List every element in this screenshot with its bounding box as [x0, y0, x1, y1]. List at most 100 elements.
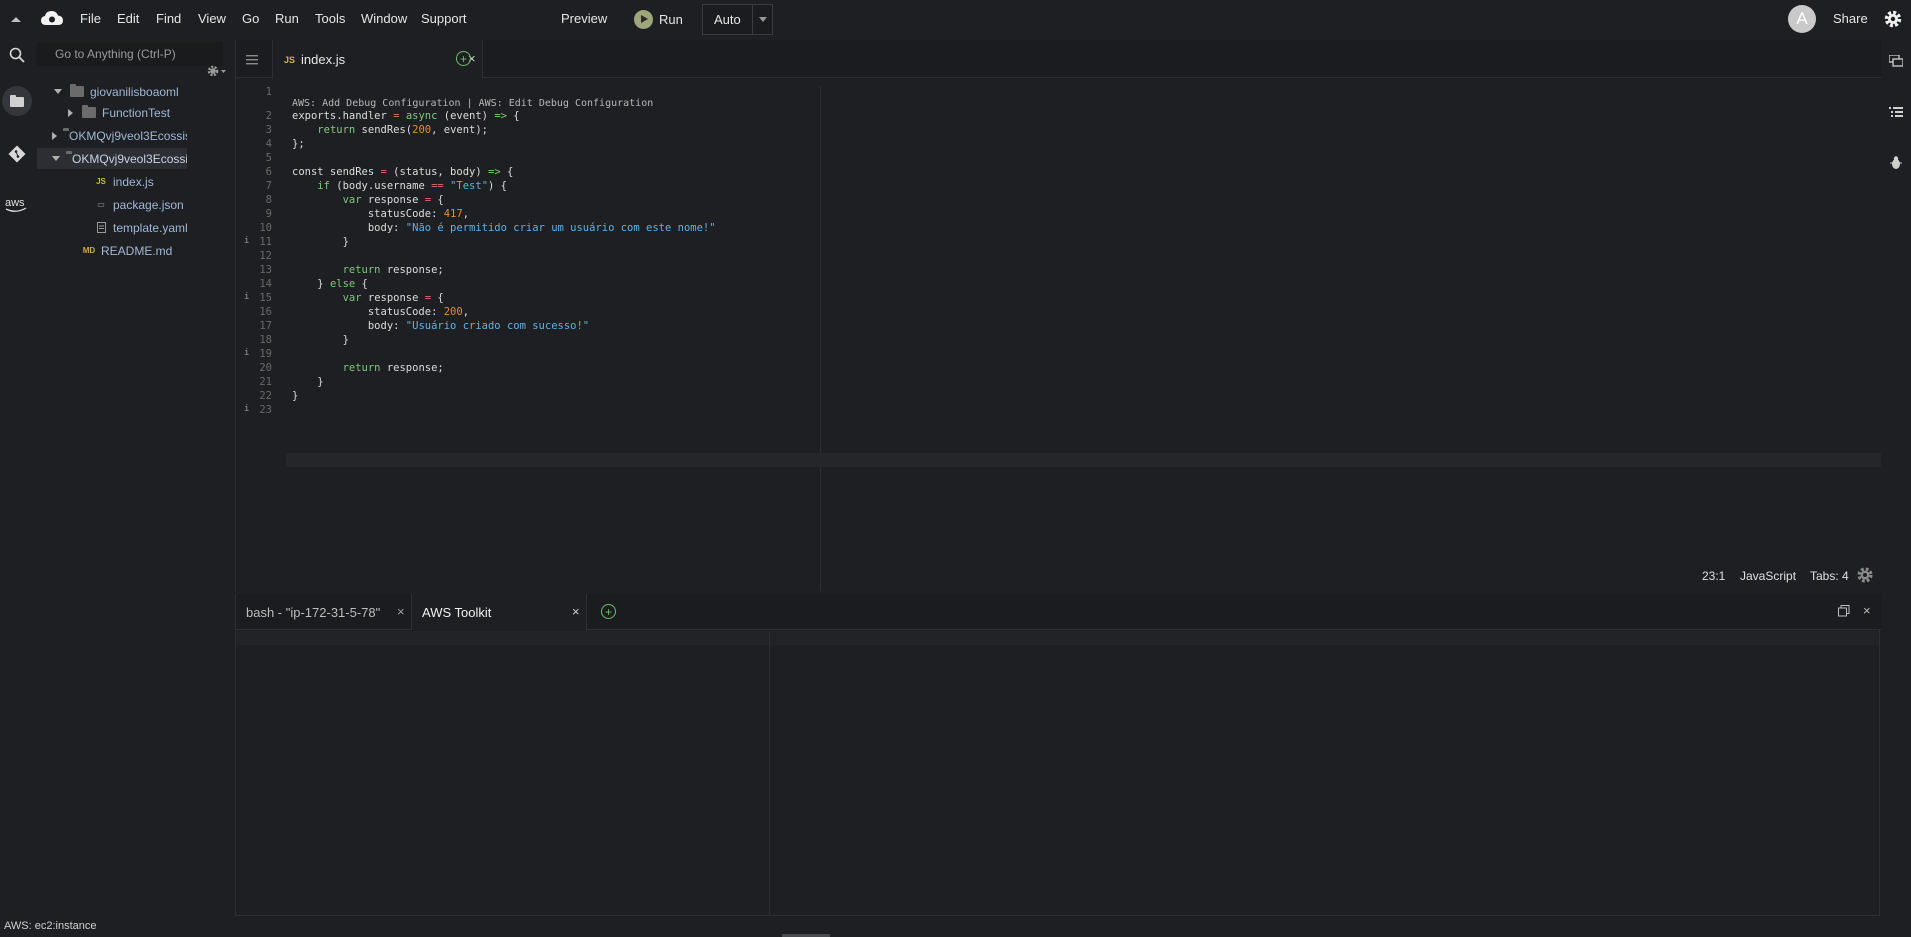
chevron-down-icon[interactable]: [52, 86, 64, 98]
panel-tab-bar: bash - "ip-172-31-5-78" × AWS Toolkit × …: [236, 594, 1881, 631]
collaborate-icon[interactable]: [1880, 44, 1911, 78]
cloud9-logo-icon[interactable]: [40, 0, 64, 38]
line-number: 12: [259, 250, 272, 262]
code-line: } else {: [292, 278, 368, 290]
tab-size[interactable]: Tabs: 4: [1810, 569, 1849, 583]
code-editor[interactable]: 1 AWS: Add Debug Configuration | AWS: Ed…: [236, 86, 1881, 486]
code-line: body: "Usuário criado com sucesso!": [292, 320, 590, 332]
tree-file-template-yaml[interactable]: template.yaml: [94, 217, 189, 238]
line-number: 11: [259, 236, 272, 248]
javascript-file-icon: JS: [96, 177, 106, 186]
editor-pane: JS index.js × + 1 AWS: Add Debug Configu…: [235, 40, 1881, 592]
share-button[interactable]: Share: [1833, 11, 1868, 26]
outline-icon[interactable]: [1880, 95, 1911, 129]
hamburger-menu-icon[interactable]: [246, 53, 258, 68]
chevron-down-icon[interactable]: [52, 153, 60, 165]
tree-file-package-json[interactable]: ▭ package.json: [94, 194, 189, 215]
tree-folder-okmq-2[interactable]: OKMQvj9veol3Ecossis: [37, 148, 187, 169]
info-icon[interactable]: i: [244, 348, 249, 358]
run-config-value: Auto: [714, 12, 741, 27]
aws-codelens[interactable]: AWS: Add Debug Configuration | AWS: Edit…: [292, 98, 653, 109]
tree-item-label: README.md: [101, 243, 173, 258]
svg-text:aws: aws: [5, 197, 25, 209]
bottom-panel: bash - "ip-172-31-5-78" × AWS Toolkit × …: [235, 594, 1881, 916]
debugger-bug-icon[interactable]: [1880, 145, 1911, 179]
tree-item-label: OKMQvj9veol3Ecossis: [69, 128, 187, 143]
line-number: 20: [259, 362, 272, 374]
menu-run[interactable]: Run: [275, 11, 299, 26]
tree-folder-functiontest[interactable]: FunctionTest: [52, 102, 187, 123]
tree-root-folder[interactable]: giovanilisboaoml: [52, 81, 192, 102]
tree-folder-okmq-1[interactable]: OKMQvj9veol3Ecossis: [52, 125, 187, 146]
tab-bash-terminal[interactable]: bash - "ip-172-31-5-78" ×: [236, 594, 412, 630]
code-line: exports.handler = async (event) => {: [292, 110, 520, 122]
menu-tools[interactable]: Tools: [315, 11, 345, 26]
line-number: 4: [265, 138, 272, 150]
info-icon[interactable]: i: [244, 292, 249, 302]
language-mode[interactable]: JavaScript: [1740, 569, 1796, 583]
tree-file-readme-md[interactable]: MD README.md: [82, 240, 187, 261]
close-icon[interactable]: ×: [572, 604, 580, 619]
tab-index-js[interactable]: JS index.js ×: [272, 40, 483, 79]
code-line: body: "Não é permitido criar um usuário …: [292, 222, 716, 234]
gear-icon[interactable]: [1883, 0, 1903, 38]
chevron-right-icon[interactable]: [52, 130, 57, 142]
code-line: var response = {: [342, 194, 444, 206]
line-number: 17: [259, 320, 272, 332]
new-tab-button[interactable]: +: [456, 51, 471, 66]
tree-item-label: index.js: [113, 174, 154, 189]
chevron-right-icon[interactable]: [64, 107, 76, 119]
menu-find[interactable]: Find: [156, 11, 181, 26]
goto-anything-input[interactable]: Go to Anything (Ctrl-P): [37, 42, 223, 66]
run-button[interactable]: Run: [634, 9, 683, 29]
avatar[interactable]: A: [1788, 5, 1816, 33]
javascript-file-icon: JS: [284, 54, 296, 65]
close-panel-icon[interactable]: ×: [1863, 603, 1871, 618]
aws-status-text[interactable]: AWS: ec2:instance: [4, 920, 97, 932]
code-line: if (body.username == "Test") {: [317, 180, 507, 192]
code-line: return response;: [342, 362, 444, 374]
close-icon[interactable]: ×: [397, 604, 405, 619]
tab-label: index.js: [301, 52, 346, 67]
chevron-down-icon[interactable]: [752, 5, 772, 34]
menu-edit[interactable]: Edit: [117, 11, 139, 26]
info-icon[interactable]: i: [244, 236, 249, 246]
editor-settings-gear-icon[interactable]: [1856, 566, 1874, 587]
code-line: statusCode: 200,: [292, 306, 470, 318]
info-icon[interactable]: i: [244, 404, 249, 414]
play-icon: [634, 9, 653, 29]
line-number: 7: [265, 180, 272, 192]
editor-tab-bar: JS index.js × +: [236, 40, 1881, 79]
code-line: var response = {: [342, 292, 444, 304]
line-number: 19: [259, 348, 272, 360]
file-tree-panel: Go to Anything (Ctrl-P) giovanilisboaoml…: [37, 38, 226, 918]
menu-window[interactable]: Window: [361, 11, 407, 26]
search-icon[interactable]: [0, 38, 34, 72]
menu-file[interactable]: File: [80, 11, 101, 26]
toolkit-row-highlight: [236, 631, 1879, 645]
environment-files-icon[interactable]: [2, 86, 32, 116]
menu-go[interactable]: Go: [242, 11, 259, 26]
code-line: return sendRes(200, event);: [317, 124, 489, 136]
preview-button[interactable]: Preview: [561, 11, 607, 26]
collapse-up-icon[interactable]: [9, 0, 23, 38]
cursor-position[interactable]: 23:1: [1702, 569, 1725, 583]
tab-label: AWS Toolkit: [422, 605, 492, 620]
activity-rail: aws: [0, 38, 34, 918]
aws-icon[interactable]: aws: [0, 188, 34, 222]
tree-root-label: giovanilisboaoml: [90, 84, 179, 99]
folder-icon: [70, 84, 84, 97]
tree-item-label: FunctionTest: [102, 105, 171, 120]
menu-support[interactable]: Support: [421, 11, 467, 26]
tree-file-index-js[interactable]: JS index.js: [94, 171, 189, 192]
line-number: 10: [259, 222, 272, 234]
run-config-select[interactable]: Auto: [702, 4, 773, 35]
tree-settings-gear-icon[interactable]: [207, 65, 227, 80]
plus-icon: +: [456, 51, 471, 66]
menu-view[interactable]: View: [198, 11, 226, 26]
tab-aws-toolkit[interactable]: AWS Toolkit ×: [412, 594, 587, 631]
source-control-icon[interactable]: [0, 137, 34, 171]
plus-icon: +: [601, 604, 616, 619]
new-panel-tab-button[interactable]: +: [601, 604, 616, 619]
maximize-panel-icon[interactable]: [1838, 605, 1850, 620]
